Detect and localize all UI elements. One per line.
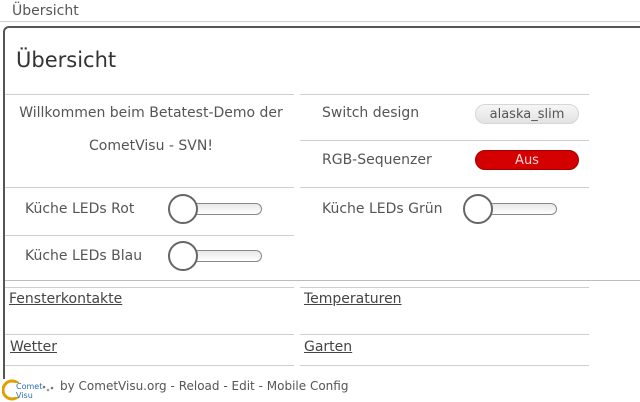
divider <box>5 187 294 188</box>
footer-sep: - <box>170 379 175 393</box>
welcome-text: Willkommen beim Betatest-Demo der CometV… <box>13 97 289 163</box>
rgb-sequencer-label: RGB-Sequenzer <box>322 152 432 168</box>
svg-text:Visu: Visu <box>16 391 33 400</box>
slider-blau[interactable] <box>168 241 264 271</box>
footer-link-reload[interactable]: Reload <box>179 379 220 393</box>
divider <box>5 235 294 236</box>
slider-handle[interactable] <box>168 241 198 271</box>
link-temperaturen[interactable]: Temperaturen <box>304 291 402 307</box>
divider <box>5 334 294 335</box>
page-title: Übersicht <box>16 48 117 72</box>
divider <box>300 287 589 288</box>
divider <box>300 187 589 188</box>
window-title: Übersicht <box>12 3 79 19</box>
slider-rot[interactable] <box>168 194 264 224</box>
divider <box>300 94 589 95</box>
svg-text:Comet: Comet <box>16 382 42 391</box>
switch-design-label: Switch design <box>322 105 420 121</box>
divider <box>5 94 294 95</box>
divider <box>5 287 294 288</box>
welcome-line-1: Willkommen beim Betatest-Demo der <box>19 105 283 121</box>
slider-gruen[interactable] <box>463 194 559 224</box>
divider <box>300 334 589 335</box>
slider-handle[interactable] <box>168 194 198 224</box>
footer-link-edit[interactable]: Edit <box>232 379 255 393</box>
window-title-bar: Übersicht <box>0 0 640 22</box>
divider <box>300 365 589 366</box>
footer: Comet Visu by CometVisu.org - Reload - E… <box>0 378 640 402</box>
footer-sep: - <box>258 379 263 393</box>
footer-link-mobile-config[interactable]: Mobile Config <box>267 379 349 393</box>
link-wetter[interactable]: Wetter <box>10 339 57 355</box>
rgb-sequencer-toggle[interactable]: Aus <box>475 150 579 170</box>
cometvisu-logo: Comet Visu <box>2 379 54 401</box>
slider-label-gruen: Küche LEDs Grün <box>322 201 443 217</box>
welcome-line-2: CometVisu - SVN! <box>89 138 213 154</box>
footer-link-site[interactable]: CometVisu.org <box>79 379 167 393</box>
slider-label-blau: Küche LEDs Blau <box>25 248 143 264</box>
overview-panel: Übersicht Willkommen beim Betatest-Demo … <box>3 26 640 379</box>
footer-text: by CometVisu.org - Reload - Edit - Mobil… <box>60 379 348 393</box>
footer-sep: - <box>223 379 228 393</box>
switch-design-button[interactable]: alaska_slim <box>475 104 579 124</box>
divider <box>300 140 589 141</box>
slider-handle[interactable] <box>463 194 493 224</box>
divider <box>5 280 640 281</box>
divider <box>5 365 294 366</box>
link-fensterkontakte[interactable]: Fensterkontakte <box>9 291 122 307</box>
link-garten[interactable]: Garten <box>304 339 352 355</box>
slider-label-rot: Küche LEDs Rot <box>25 201 135 217</box>
footer-prefix: by <box>60 379 75 393</box>
